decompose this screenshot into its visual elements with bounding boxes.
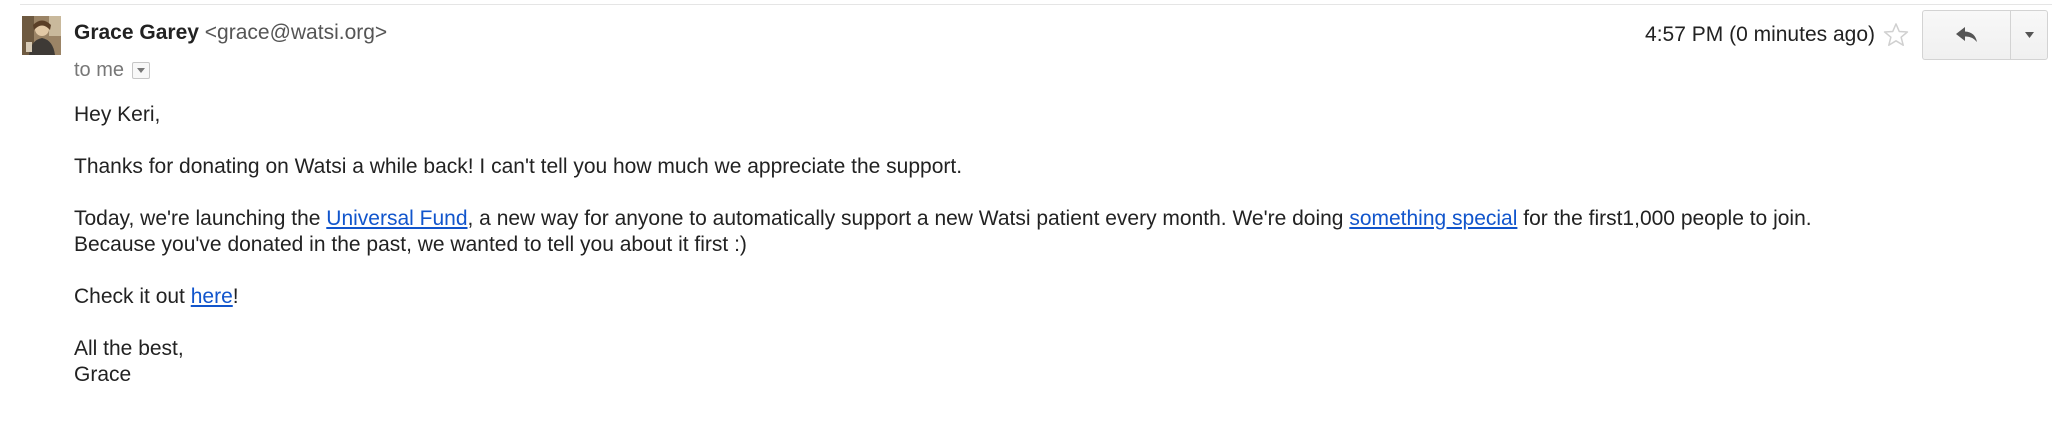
cta-text-1: Check it out: [74, 285, 191, 308]
reply-button-group: [1922, 10, 2048, 60]
caret-down-icon: [137, 68, 146, 73]
more-actions-button[interactable]: [2010, 10, 2048, 60]
recipient-label: to me: [74, 59, 125, 81]
paragraph-thanks: Thanks for donating on Watsi a while bac…: [74, 155, 963, 178]
sender-avatar[interactable]: [22, 16, 61, 55]
universal-fund-link[interactable]: Universal Fund: [326, 207, 467, 230]
show-details-toggle[interactable]: [132, 62, 151, 79]
paragraph-cta: Check it out here!: [74, 284, 2034, 310]
announcement-text-3: for the first1,000 people to join.: [1517, 207, 1812, 230]
reply-button[interactable]: [1922, 10, 2010, 60]
sender-name[interactable]: Grace Garey: [74, 21, 199, 44]
greeting: Hey Keri,: [74, 103, 161, 126]
header-divider: [20, 4, 2052, 5]
sender-email: <grace@watsi.org>: [204, 21, 388, 44]
signature-block: All the best, Grace: [74, 336, 2034, 388]
announcement-text-1: Today, we're launching the: [74, 207, 327, 230]
paragraph-announcement: Today, we're launching the Universal Fun…: [74, 206, 2034, 258]
something-special-link[interactable]: something special: [1349, 207, 1517, 230]
reply-arrow-icon: [1955, 27, 1977, 42]
message-timestamp: 4:57 PM (0 minutes ago): [1645, 23, 1875, 46]
signature-name: Grace: [74, 363, 132, 386]
cta-text-2: !: [232, 285, 239, 308]
announcement-text-4: Because you've donated in the past, we w…: [74, 233, 747, 256]
announcement-text-2: , a new way for anyone to automatically …: [467, 207, 1350, 230]
avatar-photo-icon: [22, 16, 61, 55]
star-icon: [1883, 23, 1909, 47]
here-link[interactable]: here: [191, 285, 233, 308]
caret-down-icon: [2024, 32, 2034, 38]
message-body: Hey Keri, Thanks for donating on Watsi a…: [74, 102, 2034, 414]
sender-line: Grace Garey <grace@watsi.org>: [74, 21, 387, 45]
signoff: All the best,: [74, 337, 184, 360]
star-button[interactable]: [1882, 21, 1910, 49]
recipient-line: to me: [74, 59, 151, 82]
